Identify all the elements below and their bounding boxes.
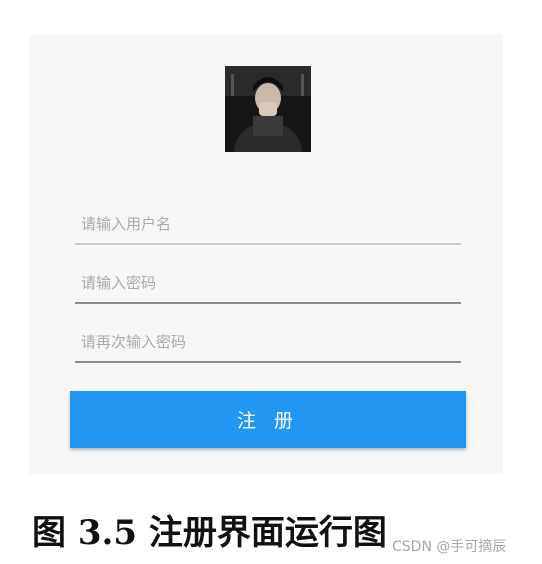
password-confirm-field[interactable]: [75, 323, 461, 363]
avatar-photo-icon: [225, 66, 311, 152]
password-input[interactable]: [75, 264, 461, 302]
figure-caption: 图 3.5 注册界面运行图: [32, 513, 387, 553]
username-underline: [75, 243, 461, 245]
username-field[interactable]: [75, 205, 461, 245]
password-underline: [75, 302, 461, 304]
watermark: CSDN @手可摘辰: [392, 539, 507, 555]
password-field[interactable]: [75, 264, 461, 304]
avatar: [225, 66, 311, 152]
password-confirm-underline: [75, 361, 461, 363]
password-confirm-input[interactable]: [75, 323, 461, 361]
username-input[interactable]: [75, 205, 461, 243]
register-screen: 注 册: [29, 34, 503, 474]
register-button[interactable]: 注 册: [70, 391, 466, 448]
